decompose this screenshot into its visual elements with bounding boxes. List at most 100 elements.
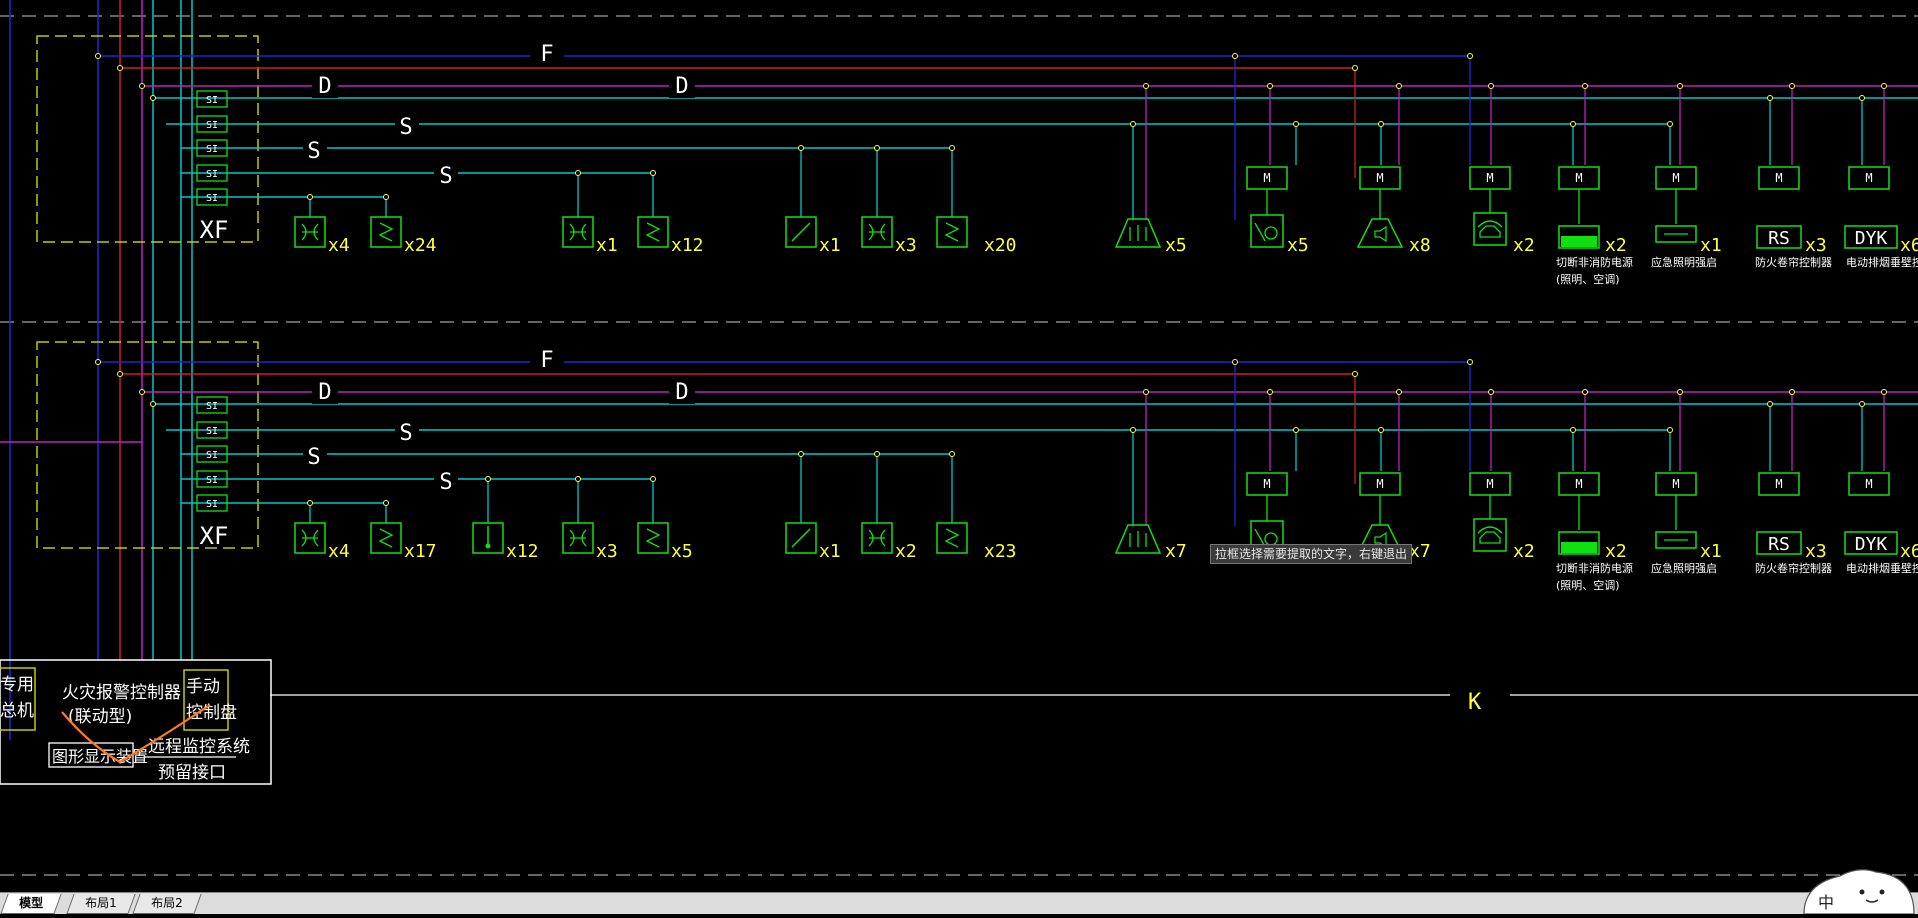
device-count: x20 xyxy=(984,235,1017,256)
bus-label-d: D xyxy=(675,74,688,99)
bus-label-d: D xyxy=(318,74,331,99)
module-label: M xyxy=(1486,477,1493,491)
caption-smoke-curtain: 电动排烟垂壁控 xyxy=(1846,255,1918,269)
module-label: M xyxy=(1486,171,1493,185)
terminal-box-1 xyxy=(36,35,259,243)
device-count: x3 xyxy=(596,541,618,562)
isolator-label: SI xyxy=(206,499,218,510)
layout-tab-bar: 模型 布局1 布局2 xyxy=(0,892,1918,914)
caption-cut-power: 切断非消防电源 xyxy=(1556,561,1633,575)
device-count: x1 xyxy=(1700,541,1722,562)
device-count: x12 xyxy=(506,541,539,562)
terminal-box-2 xyxy=(36,341,259,549)
device-count: x5 xyxy=(1165,235,1187,256)
bus-label-f: F xyxy=(540,42,553,67)
device-count: x1 xyxy=(819,235,841,256)
floor-row-2: F D D S S S SI SI SI SI SI XF M M M M M … xyxy=(36,341,1918,592)
bus-label-s: S xyxy=(399,421,412,446)
device-count: x1 xyxy=(596,235,618,256)
module-label: M xyxy=(1575,171,1582,185)
phone-label-1: 专用 xyxy=(0,675,34,695)
fire-alarm-controller-label: 火灾报警控制器 xyxy=(62,683,181,703)
device-count: x5 xyxy=(1287,235,1309,256)
device-count: x6 xyxy=(1900,541,1918,562)
xf-label: XF xyxy=(200,522,229,550)
module-label: M xyxy=(1263,477,1270,491)
device-count: x1 xyxy=(819,541,841,562)
dyk-label: DYK xyxy=(1855,534,1888,555)
device-count: x4 xyxy=(328,541,350,562)
module-label: M xyxy=(1775,171,1782,185)
tab-model[interactable]: 模型 xyxy=(0,894,62,914)
bus-label-s: S xyxy=(439,164,452,189)
bus-label-f: F xyxy=(540,348,553,373)
tab-layout-2[interactable]: 布局2 xyxy=(132,894,202,914)
device-count: x4 xyxy=(328,235,350,256)
module-label: M xyxy=(1376,477,1383,491)
cad-drawing-canvas[interactable]: F D D S S S SI SI SI SI SI XF M M M M M … xyxy=(0,0,1918,892)
remote-monitor-label: 远程监控系统 xyxy=(148,737,250,757)
device-count: x12 xyxy=(671,235,704,256)
phone-label-2: 总机 xyxy=(0,701,34,721)
isolator-label: SI xyxy=(206,426,218,437)
caption-emergency-lighting: 应急照明强启 xyxy=(1651,255,1717,269)
isolator-label: SI xyxy=(206,95,218,106)
caption-lighting-ac: (照明、空调) xyxy=(1556,272,1620,286)
bus-label-s: S xyxy=(307,445,320,470)
module-label: M xyxy=(1376,171,1383,185)
isolator-label: SI xyxy=(206,475,218,486)
reserved-port-label: 预留接口 xyxy=(158,763,226,783)
device-count: x7 xyxy=(1165,541,1187,562)
module-label: M xyxy=(1672,477,1679,491)
bus-label-s: S xyxy=(439,470,452,495)
module-label: M xyxy=(1575,477,1582,491)
module-label: M xyxy=(1865,477,1872,491)
module-label: M xyxy=(1672,171,1679,185)
manual-panel-label-1: 手动 xyxy=(186,677,220,697)
device-count: x3 xyxy=(895,235,917,256)
caption-fire-shutter: 防火卷帘控制器 xyxy=(1755,561,1832,575)
ime-mode-label: 中 xyxy=(1818,893,1834,912)
module-label: M xyxy=(1263,171,1270,185)
extract-text-tooltip: 拉框选择需要提取的文字，右键退出 xyxy=(1210,544,1413,564)
section-separators xyxy=(0,15,1918,876)
isolator-label: SI xyxy=(206,193,218,204)
input-method-mascot[interactable]: 中 xyxy=(1800,862,1918,915)
bus-label-d: D xyxy=(318,380,331,405)
isolator-label: SI xyxy=(206,120,218,131)
device-count: x8 xyxy=(1409,235,1431,256)
module-label: M xyxy=(1775,477,1782,491)
device-count: x3 xyxy=(1805,235,1827,256)
floor-row-1: F D D S S S SI SI SI SI SI XF M M M M M … xyxy=(36,35,1918,286)
caption-cut-power: 切断非消防电源 xyxy=(1556,255,1633,269)
bus-label-s: S xyxy=(307,139,320,164)
bus-label-s: S xyxy=(399,115,412,140)
linkage-type-label: (联动型) xyxy=(68,707,132,727)
module-label: M xyxy=(1865,171,1872,185)
dyk-label: DYK xyxy=(1855,228,1888,249)
device-count: x24 xyxy=(404,235,437,256)
device-count: x23 xyxy=(984,541,1017,562)
bus-label-d: D xyxy=(675,380,688,405)
xf-label: XF xyxy=(200,216,229,244)
device-count: x6 xyxy=(1900,235,1918,256)
caption-fire-shutter: 防火卷帘控制器 xyxy=(1755,255,1832,269)
isolator-label: SI xyxy=(206,401,218,412)
isolator-label: SI xyxy=(206,450,218,461)
riser-bundle xyxy=(0,0,193,740)
rs-label: RS xyxy=(1768,534,1790,555)
device-count: x2 xyxy=(895,541,917,562)
device-count: x5 xyxy=(671,541,693,562)
isolator-label: SI xyxy=(206,169,218,180)
control-panel: K 专用 总机 火灾报警控制器 (联动型) 手动 控制盘 图形显示装置 远程监控… xyxy=(0,659,1918,785)
bus-label-k: K xyxy=(1468,690,1482,715)
caption-emergency-lighting: 应急照明强启 xyxy=(1651,561,1717,575)
tab-layout-1[interactable]: 布局1 xyxy=(66,894,136,914)
device-count: x2 xyxy=(1513,541,1535,562)
device-count: x3 xyxy=(1805,541,1827,562)
isolator-label: SI xyxy=(206,144,218,155)
device-count: x1 xyxy=(1700,235,1722,256)
device-count: x7 xyxy=(1409,541,1431,562)
device-count: x2 xyxy=(1513,235,1535,256)
device-count: x2 xyxy=(1605,235,1627,256)
